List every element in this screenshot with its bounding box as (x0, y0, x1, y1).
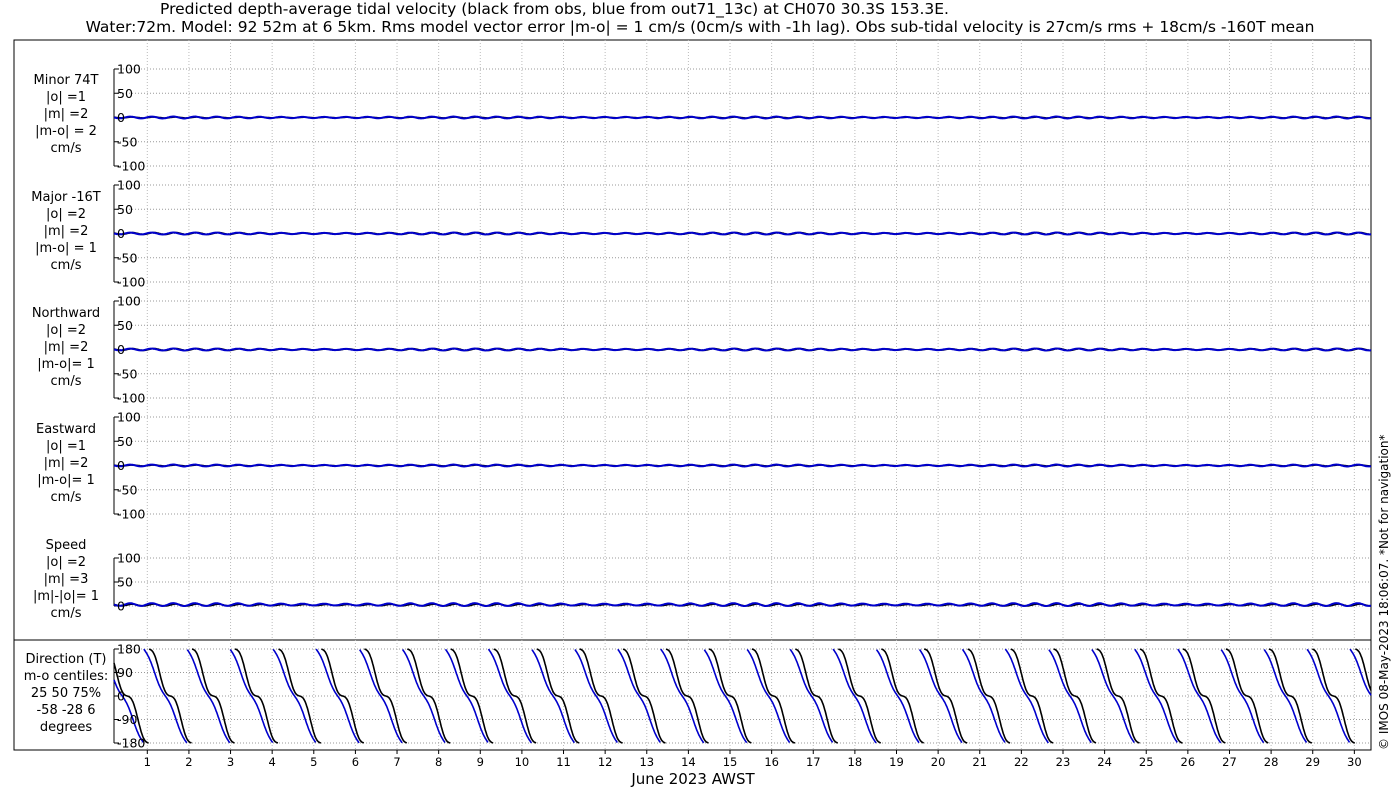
x-tick-label: 4 (269, 755, 276, 769)
panel-label-line: Direction (T) (26, 652, 107, 667)
y-tick-label: -100 (117, 275, 145, 290)
panel-label-line: |o| =2 (46, 323, 86, 338)
y-tick-label: 50 (117, 434, 133, 449)
x-tick-label: 24 (1097, 755, 1112, 769)
panel-label-line: |m| =3 (44, 572, 89, 587)
panel-label-line: |m| =2 (44, 456, 89, 471)
x-tick-label: 18 (848, 755, 863, 769)
y-tick-label: 0 (117, 599, 125, 614)
y-tick-label: 50 (117, 318, 133, 333)
panel-label-line: |m| =2 (44, 107, 89, 122)
x-tick-label: 23 (1056, 755, 1071, 769)
panel-label-line: |o| =2 (46, 207, 86, 222)
x-tick-label: 9 (477, 755, 484, 769)
x-tick-label: 25 (1139, 755, 1154, 769)
x-tick-label: 19 (889, 755, 904, 769)
x-tick-label: 8 (435, 755, 442, 769)
y-tick-label: 0 (117, 458, 125, 473)
y-tick-label: -50 (117, 250, 137, 265)
panel-label-line: |m-o| = 2 (35, 124, 97, 139)
y-tick-label: 0 (117, 110, 125, 125)
y-tick-label: 0 (117, 689, 125, 704)
y-tick-label: 100 (117, 410, 141, 425)
x-tick-label: 7 (393, 755, 400, 769)
panel-label-line: Minor 74T (34, 73, 99, 88)
y-tick-label: -100 (117, 507, 145, 522)
y-tick-label: 50 (117, 202, 133, 217)
y-tick-label: 0 (117, 342, 125, 357)
x-tick-label: 22 (1014, 755, 1029, 769)
y-tick-label: -180 (117, 736, 145, 751)
panel-label-line: |m-o| = 1 (35, 241, 97, 256)
y-tick-label: 0 (117, 226, 125, 241)
panel-label-line: |o| =1 (46, 439, 86, 454)
x-tick-label: 5 (310, 755, 317, 769)
x-tick-label: 3 (227, 755, 234, 769)
panel-label-line: cm/s (51, 141, 82, 156)
panel-label-line: cm/s (51, 606, 82, 621)
panel-label-line: |m| =2 (44, 340, 89, 355)
x-axis-label: June 2023 AWST (630, 770, 755, 788)
panel-label-line: Eastward (36, 422, 96, 437)
panel-label-line: cm/s (51, 374, 82, 389)
y-tick-label: -50 (117, 366, 137, 381)
panel-label-line: Northward (32, 306, 100, 321)
panel-label-line: |m-o|= 1 (37, 473, 95, 488)
x-tick-label: 11 (556, 755, 571, 769)
panel-label-line: m-o centiles: (24, 669, 109, 684)
y-tick-label: 100 (117, 294, 141, 309)
y-tick-label: -90 (117, 712, 137, 727)
panel-label-line: |m-o|= 1 (37, 357, 95, 372)
panel-label-line: |o| =2 (46, 555, 86, 570)
y-tick-label: 90 (117, 665, 133, 680)
x-tick-label: 6 (352, 755, 359, 769)
x-tick-label: 14 (681, 755, 696, 769)
y-tick-label: 50 (117, 86, 133, 101)
panel-label-line: -58 -28 6 (36, 703, 95, 718)
panel-label-line: 25 50 75% (31, 686, 101, 701)
panel-label-line: |m| =2 (44, 224, 89, 239)
x-tick-label: 27 (1222, 755, 1237, 769)
y-tick-label: -50 (117, 482, 137, 497)
x-tick-label: 10 (515, 755, 530, 769)
y-tick-label: 100 (117, 551, 141, 566)
x-tick-label: 12 (598, 755, 613, 769)
panel-label-line: degrees (40, 720, 93, 735)
x-tick-label: 17 (806, 755, 821, 769)
x-tick-label: 2 (185, 755, 192, 769)
y-tick-label: -50 (117, 134, 137, 149)
x-tick-label: 16 (764, 755, 779, 769)
panel-label-line: cm/s (51, 490, 82, 505)
x-tick-label: 21 (972, 755, 987, 769)
y-tick-label: 50 (117, 575, 133, 590)
panel-label-line: |m|-|o|= 1 (33, 589, 99, 604)
copyright-notice: © IMOS 08-May-2023 18:06:07. *Not for na… (1377, 435, 1391, 751)
x-tick-label: 30 (1347, 755, 1362, 769)
x-tick-label: 26 (1181, 755, 1196, 769)
x-tick-label: 28 (1264, 755, 1279, 769)
panel-label-line: Major -16T (31, 190, 100, 205)
tidal-velocity-chart: 1 2 3 4 5 6 7 8 9 10 11 12 13 14 15 16 17 18 19 20 21 22 23 24 2… (13, 39, 1391, 788)
y-tick-label: -100 (117, 391, 145, 406)
panel-label-line: Speed (46, 538, 87, 553)
panel-label-line: cm/s (51, 258, 82, 273)
direction-plot-frame (13, 639, 1372, 751)
x-tick-label: 1 (144, 755, 151, 769)
x-tick-label: 13 (639, 755, 654, 769)
y-tick-label: 100 (117, 178, 141, 193)
y-tick-label: -100 (117, 159, 145, 174)
y-tick-label: 100 (117, 62, 141, 77)
x-tick-label: 20 (931, 755, 946, 769)
x-tick-label: 15 (723, 755, 738, 769)
y-tick-label: 180 (117, 642, 141, 657)
panel-label-line: |o| =1 (46, 90, 86, 105)
x-tick-label: 29 (1305, 755, 1320, 769)
upper-plot-frame (13, 39, 1372, 641)
